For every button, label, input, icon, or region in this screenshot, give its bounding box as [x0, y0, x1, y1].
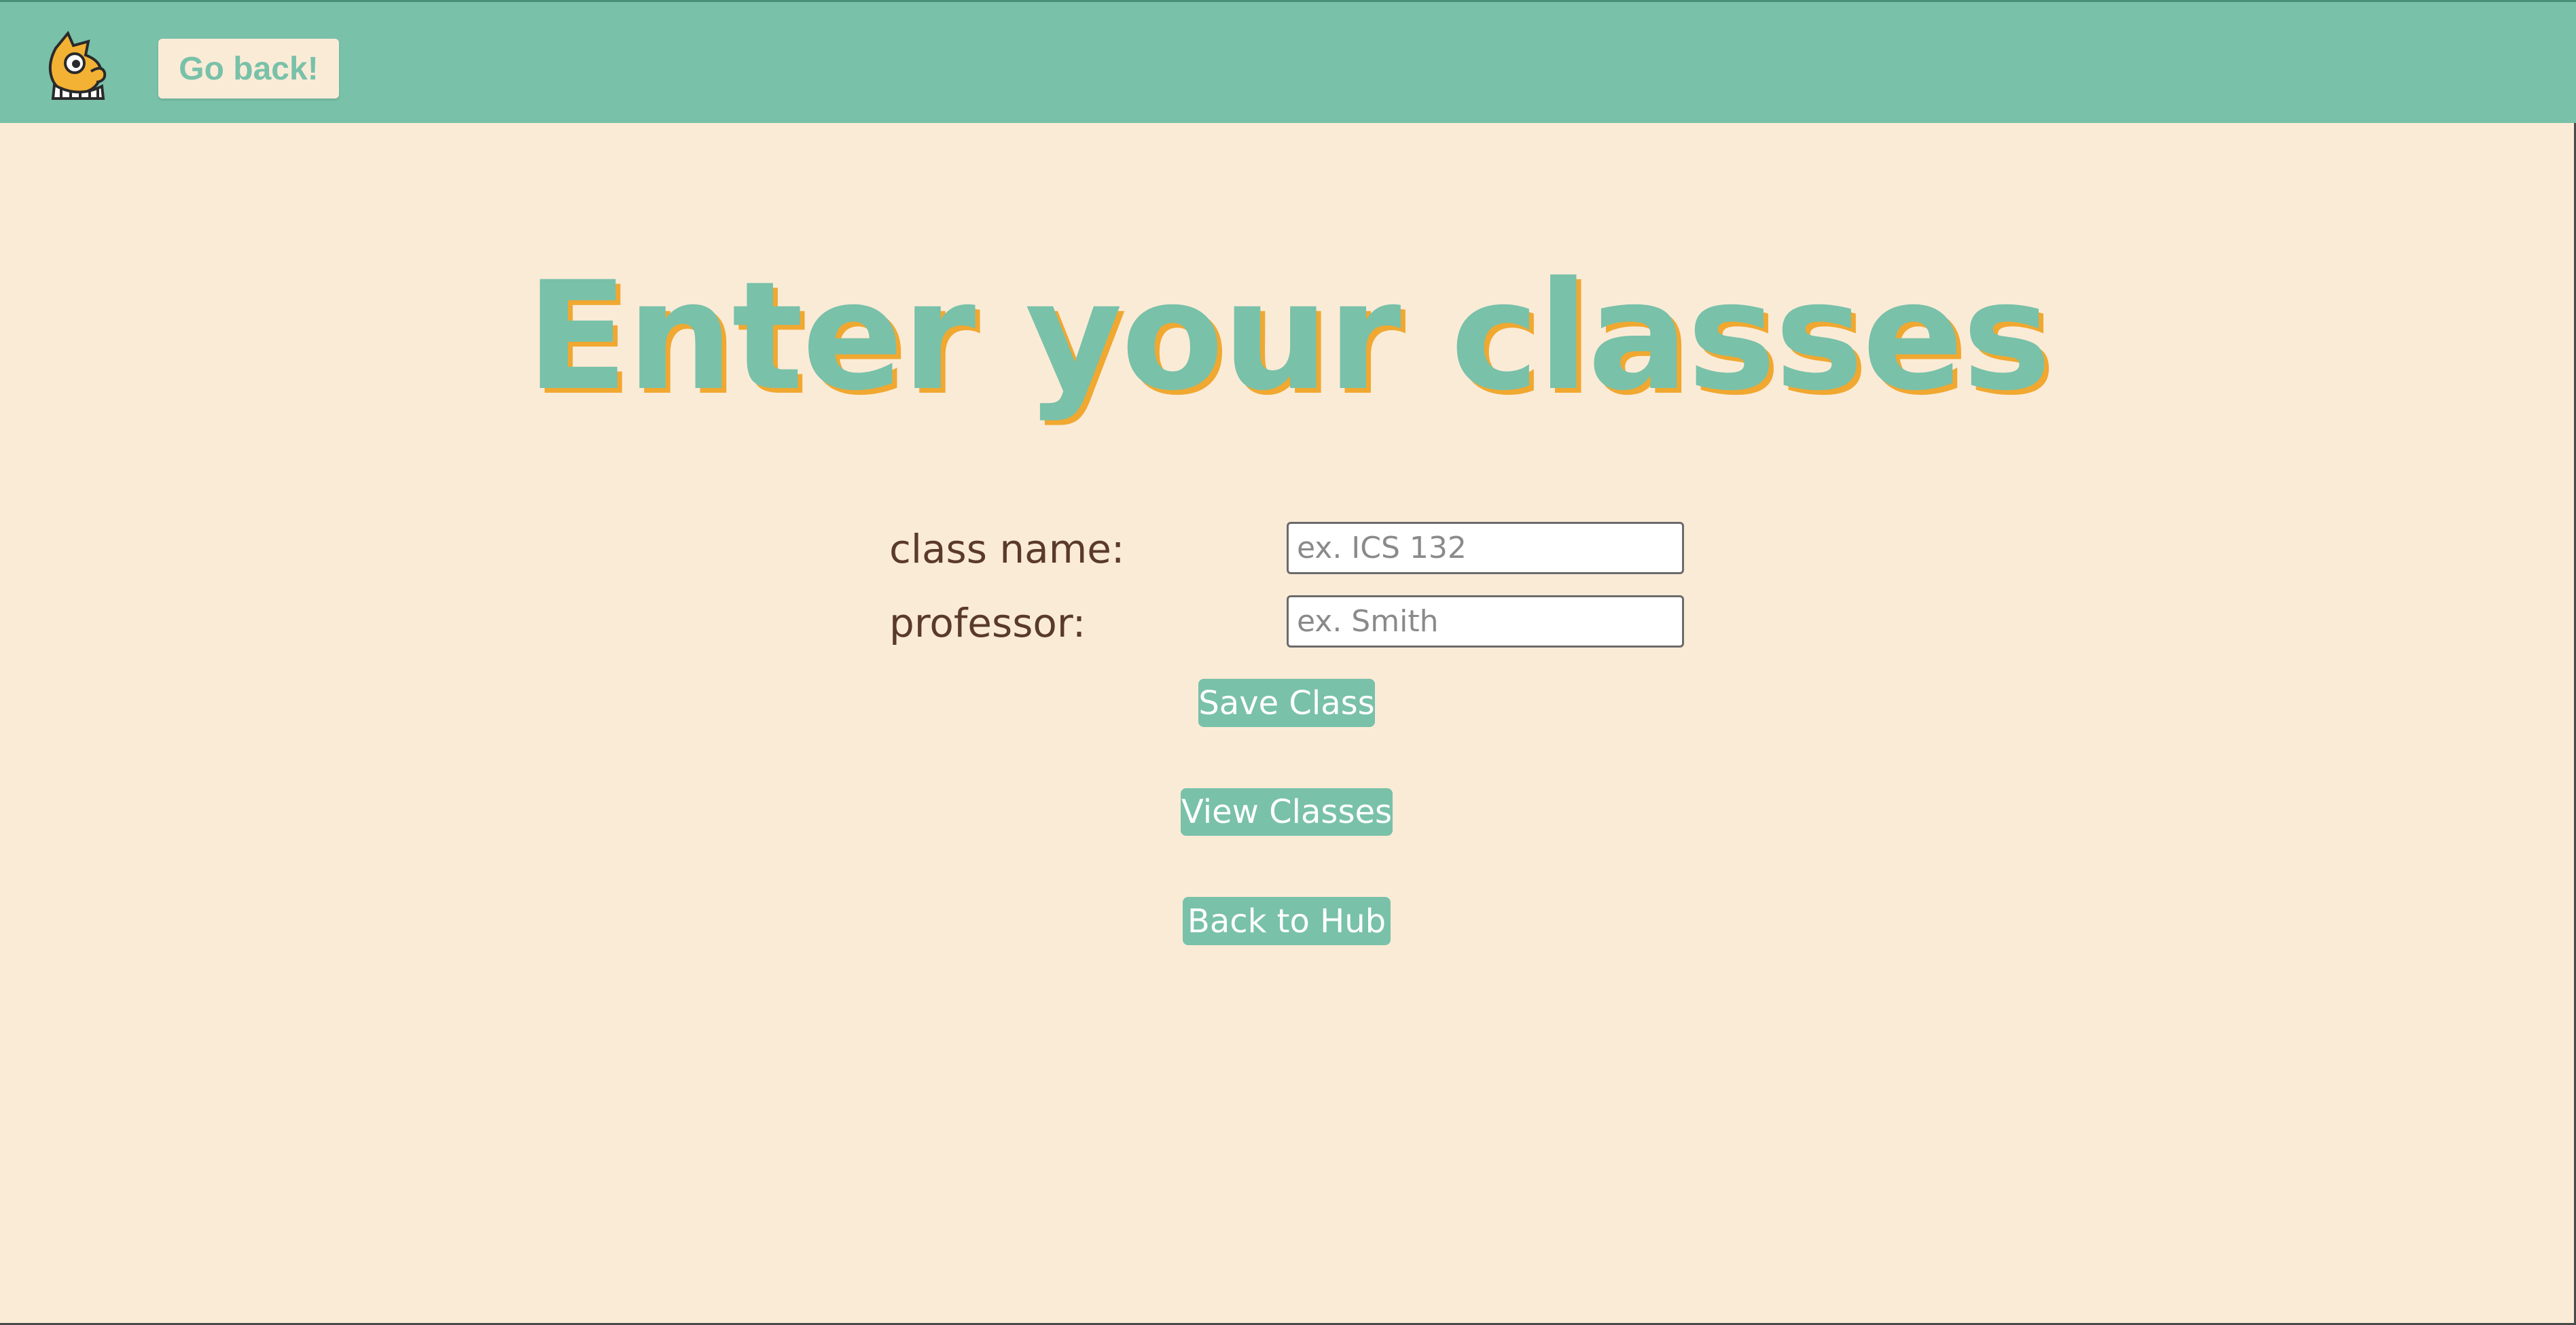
class-name-input[interactable] — [1287, 522, 1684, 574]
page-title: Enter your classes — [526, 249, 2052, 423]
mascot-logo-icon[interactable] — [41, 28, 115, 101]
go-back-button[interactable]: Go back! — [158, 39, 339, 99]
view-classes-button[interactable]: View Classes — [1181, 788, 1393, 836]
save-class-button[interactable]: Save Class — [1198, 679, 1375, 727]
class-name-label: class name: — [889, 526, 1125, 572]
professor-input[interactable] — [1287, 595, 1684, 648]
top-navigation-bar: Go back! — [0, 0, 2576, 123]
professor-label: professor: — [889, 600, 1086, 646]
back-to-hub-button[interactable]: Back to Hub — [1183, 897, 1391, 945]
